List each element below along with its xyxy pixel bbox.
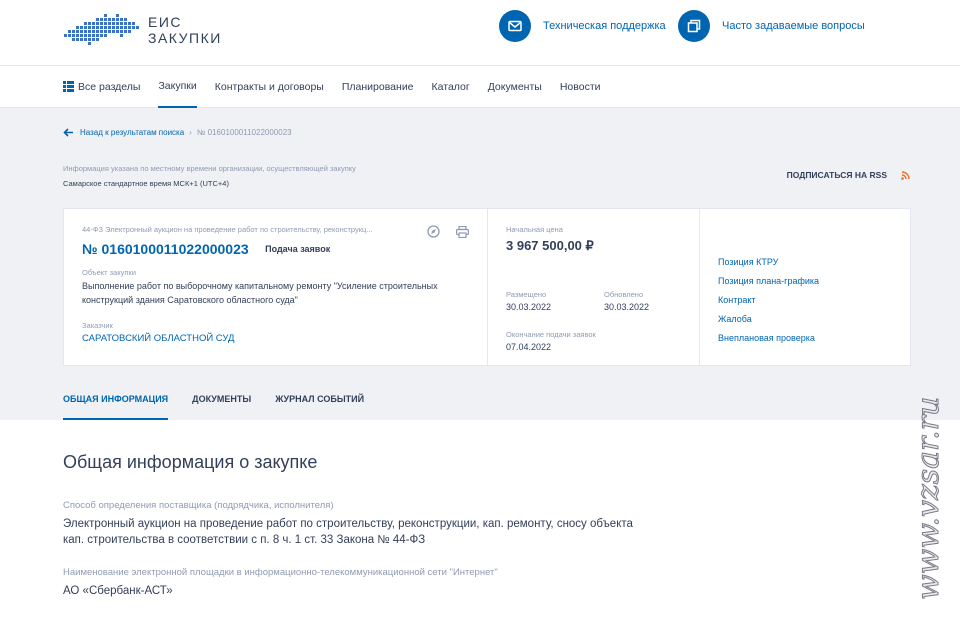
rss-label: ПОДПИСАТЬСЯ НА RSS xyxy=(786,170,887,180)
page-title: Общая информация о закупке xyxy=(63,452,318,472)
nav-catalog[interactable]: Каталог xyxy=(432,66,470,108)
rss-subscribe-link[interactable]: ПОДПИСАТЬСЯ НА RSS xyxy=(787,170,910,180)
rss-icon xyxy=(901,170,910,180)
posted-block: Размещено 30.03.2022 xyxy=(506,290,604,312)
tab-documents[interactable]: ДОКУМЕНТЫ xyxy=(192,394,251,420)
support-label: Техническая поддержка xyxy=(543,20,666,32)
nav-news[interactable]: Новости xyxy=(560,66,601,108)
customer-link[interactable]: САРАТОВСКИЙ ОБЛАСТНОЙ СУД xyxy=(82,333,469,344)
russia-map-icon xyxy=(64,14,139,45)
print-icon[interactable] xyxy=(456,225,470,243)
nav-label: Все разделы xyxy=(78,80,141,93)
tab-event-log[interactable]: ЖУРНАЛ СОБЫТИЙ xyxy=(275,394,364,420)
unscheduled-check-link[interactable]: Внеплановая проверка xyxy=(718,333,892,343)
object-label: Объект закупки xyxy=(82,268,136,277)
nav-all-sections[interactable]: Все разделы xyxy=(63,66,140,108)
back-to-results-link[interactable]: Назад к результатам поиска xyxy=(80,128,184,137)
breadcrumb: Назад к результатам поиска › № 016010001… xyxy=(63,128,292,137)
breadcrumb-current: № 0160100011022000023 xyxy=(196,128,292,137)
nav-contracts[interactable]: Контракты и договоры xyxy=(215,66,324,108)
object-text: Выполнение работ по выборочному капиталь… xyxy=(82,281,438,305)
method-value: Электронный аукцион на проведение работ … xyxy=(63,518,633,546)
logo-text: ЕИС ЗАКУПКИ xyxy=(148,14,222,46)
logo-line2: ЗАКУПКИ xyxy=(148,30,222,46)
procurement-price-dates: Начальная цена 3 967 500,00 ₽ Размещено … xyxy=(488,209,700,365)
customer-label: Заказчик xyxy=(82,321,113,330)
card-actions xyxy=(411,225,470,243)
site-header: ЕИС ЗАКУПКИ Техническая поддержка Часто … xyxy=(0,0,960,66)
plan-schedule-link[interactable]: Позиция плана-графика xyxy=(718,276,892,286)
site-watermark: www.vzsar.ru xyxy=(912,396,946,600)
complaint-link[interactable]: Жалоба xyxy=(718,314,892,324)
procurement-stage: Подача заявок xyxy=(265,244,331,254)
posted-label: Размещено xyxy=(506,290,547,299)
procurement-main-info: 44-ФЗ Электронный аукцион на проведение … xyxy=(64,209,488,365)
updated-date: 30.03.2022 xyxy=(604,302,650,312)
tab-general-info[interactable]: ОБЩАЯ ИНФОРМАЦИЯ xyxy=(63,394,169,420)
nav-planning[interactable]: Планирование xyxy=(342,66,414,108)
ktru-link[interactable]: Позиция КТРУ xyxy=(718,257,892,267)
procurement-number-link[interactable]: № 0160100011022000023 xyxy=(82,241,249,257)
updated-label: Обновлено xyxy=(604,290,644,299)
method-label: Способ определения поставщика (подрядчик… xyxy=(63,500,334,511)
support-link[interactable]: Техническая поддержка xyxy=(499,10,666,42)
nav-purchases[interactable]: Закупки xyxy=(158,66,197,108)
breadcrumb-separator: › xyxy=(189,128,192,137)
timezone-note: Информация указана по местному времени о… xyxy=(63,164,356,173)
mail-icon xyxy=(499,10,531,42)
compass-icon[interactable] xyxy=(427,225,440,243)
eis-logo[interactable]: ЕИС ЗАКУПКИ xyxy=(62,12,222,48)
updated-block: Обновлено 30.03.2022 xyxy=(604,290,649,312)
procurement-type: 44-ФЗ Электронный аукцион на проведение … xyxy=(82,225,373,234)
procurement-summary-band: Назад к результатам поиска › № 016010001… xyxy=(0,108,960,420)
platform-label: Наименование электронной площадки в инфо… xyxy=(63,567,498,578)
watermark-text: www.vzsar.ru xyxy=(912,397,946,600)
nav-documents[interactable]: Документы xyxy=(488,66,542,108)
posted-date: 30.03.2022 xyxy=(506,302,552,312)
timezone-value: Самарское стандартное время МСК+1 (UTC+4… xyxy=(63,179,229,188)
faq-link[interactable]: Часто задаваемые вопросы xyxy=(678,10,865,42)
deadline-label: Окончание подачи заявок xyxy=(506,330,596,339)
arrow-left-icon[interactable] xyxy=(63,128,74,137)
tabs: ОБЩАЯ ИНФОРМАЦИЯ ДОКУМЕНТЫ ЖУРНАЛ СОБЫТИ… xyxy=(63,394,388,420)
logo-line1: ЕИС xyxy=(148,14,183,30)
price-label: Начальная цена xyxy=(506,225,563,234)
dates-row: Размещено 30.03.2022 Обновлено 30.03.202… xyxy=(506,290,681,312)
related-links: Позиция КТРУ Позиция плана-графика Контр… xyxy=(700,209,910,365)
sections-icon xyxy=(63,81,74,92)
initial-price: 3 967 500,00 ₽ xyxy=(506,238,594,253)
procurement-card: 44-ФЗ Электронный аукцион на проведение … xyxy=(63,208,911,366)
platform-value: АО «Сбербанк-АСТ» xyxy=(63,585,173,597)
faq-icon xyxy=(678,10,710,42)
faq-label: Часто задаваемые вопросы xyxy=(722,20,865,32)
main-nav: Все разделы Закупки Контракты и договоры… xyxy=(0,66,960,108)
contract-link[interactable]: Контракт xyxy=(718,295,892,305)
deadline-date: 07.04.2022 xyxy=(506,342,552,352)
